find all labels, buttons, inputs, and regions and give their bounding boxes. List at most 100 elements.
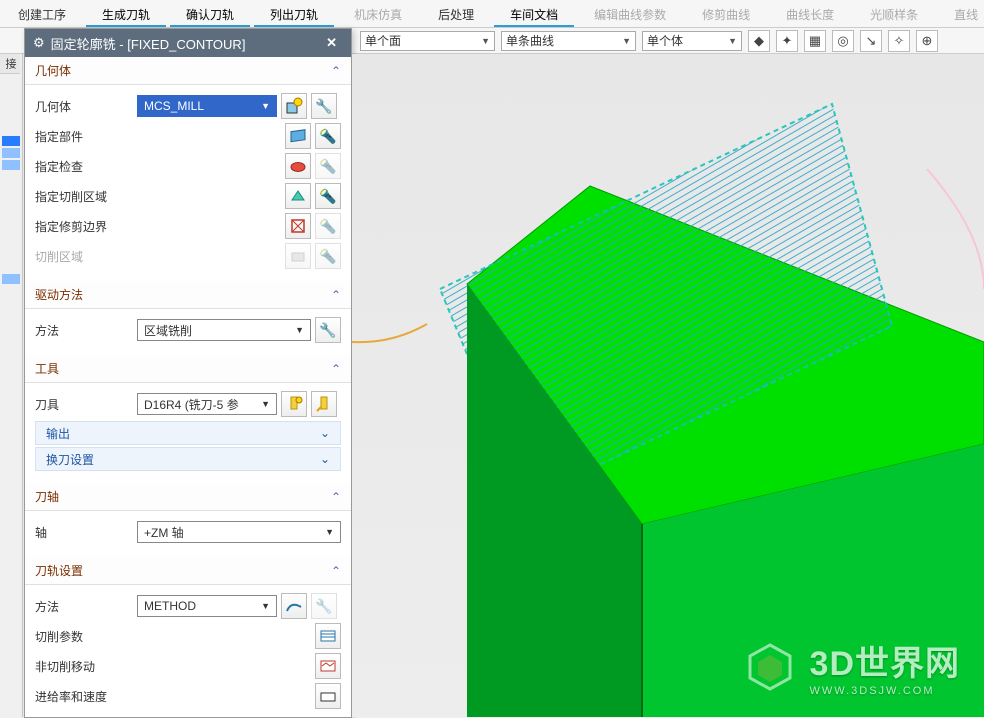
trim-label: 指定修剪边界 [35,218,133,235]
tool-edit-icon[interactable] [311,391,337,417]
watermark-title: 3D世界网 [810,636,960,685]
section-geometry-title: 几何体 [35,62,71,79]
flashlight-icon[interactable]: 🔦 [315,183,341,209]
filter-body-label: 单个体 [647,32,683,49]
axis-value: +ZM 轴 [144,524,184,541]
filter-icon-3[interactable]: ▦ [804,30,826,52]
cutarea-select-icon[interactable] [285,183,311,209]
gutter-item[interactable] [2,274,20,284]
section-geometry-header[interactable]: 几何体 ⌃ [25,57,351,85]
ribbon-item[interactable]: 确认刀轨 [168,6,252,27]
filter-face-select[interactable]: 单个面 ▼ [360,31,495,51]
flashlight-icon[interactable]: 🔦 [315,123,341,149]
ribbon-item[interactable]: 后处理 [420,6,492,27]
axis-select[interactable]: +ZM 轴 ▼ [137,521,341,543]
check-label: 指定检查 [35,158,133,175]
tool-sub-output-label: 输出 [46,425,70,442]
tool-new-icon[interactable] [281,391,307,417]
filter-icons: ◆ ✦ ▦ ◎ ↘ ✧ ⊕ [748,30,938,52]
close-icon[interactable]: ✕ [320,35,343,51]
ribbon-item[interactable]: 直线 [936,6,984,27]
ribbon-item[interactable]: 光顺样条 [852,6,936,27]
chevron-down-icon: ▼ [295,325,304,335]
graphics-viewport[interactable]: 3D世界网 WWW.3DSJW.COM [352,54,984,717]
section-axis-header[interactable]: 刀轴 ⌃ [25,483,351,511]
noncut-icon[interactable] [315,653,341,679]
drive-method-value: 区域铣削 [144,322,192,339]
section-path-header[interactable]: 刀轨设置 ⌃ [25,557,351,585]
flashlight-icon: 🔦 [315,213,341,239]
row-feedrate: 进给率和速度 [35,681,341,711]
axis-label: 轴 [35,524,133,541]
cut-params-icon[interactable] [315,623,341,649]
gutter-tab[interactable]: 接 [0,54,20,74]
filter-icon-7[interactable]: ⊕ [916,30,938,52]
chevron-down-icon: ▼ [261,399,270,409]
filter-curve-label: 单条曲线 [506,32,554,49]
tool-sub-output[interactable]: 输出 ⌄ [35,421,341,445]
filter-icon-5[interactable]: ↘ [860,30,882,52]
ribbon-item[interactable]: 列出刀轨 [252,6,336,27]
ribbon-item[interactable]: 机床仿真 [336,6,420,27]
dialog-body: 几何体 ⌃ 几何体 MCS_MILL ▼ 🔧 指定部件 🔦 [25,57,351,717]
section-drive-header[interactable]: 驱动方法 ⌃ [25,281,351,309]
dialog-titlebar[interactable]: ⚙ 固定轮廓铣 - [FIXED_CONTOUR] ✕ [25,29,351,57]
gutter-item[interactable] [2,148,20,158]
chevron-down-icon: ▼ [261,101,270,111]
row-drive-method: 方法 区域铣削 ▼ 🔧 [35,315,341,345]
section-path-title: 刀轨设置 [35,562,83,579]
path-stepover-icon[interactable] [281,593,307,619]
section-tool-header[interactable]: 工具 ⌃ [25,355,351,383]
row-check: 指定检查 🔦 [35,151,341,181]
feedrate-icon[interactable] [315,683,341,709]
filter-icon-6[interactable]: ✧ [888,30,910,52]
area-label: 切削区域 [35,248,133,265]
dialog-title: 固定轮廓铣 - [FIXED_CONTOUR] [51,34,246,53]
chevron-up-icon: ⌃ [331,362,341,376]
filter-body-select[interactable]: 单个体 ▼ [642,31,742,51]
filter-icon-2[interactable]: ✦ [776,30,798,52]
area-select-icon [285,243,311,269]
chevron-up-icon: ⌃ [331,564,341,578]
tool-select[interactable]: D16R4 (铣刀-5 参 ▼ [137,393,277,415]
geom-new-icon[interactable] [281,93,307,119]
drive-method-label: 方法 [35,322,133,339]
row-noncut: 非切削移动 [35,651,341,681]
gutter-item[interactable] [2,136,20,146]
ribbon-item[interactable]: 创建工序 [0,6,84,27]
chevron-down-icon: ▼ [728,36,737,46]
fixed-contour-dialog: ⚙ 固定轮廓铣 - [FIXED_CONTOUR] ✕ 几何体 ⌃ 几何体 MC… [24,28,352,718]
part-label: 指定部件 [35,128,133,145]
row-trim: 指定修剪边界 🔦 [35,211,341,241]
ribbon-item[interactable]: 编辑曲线参数 [576,6,684,27]
ribbon-item[interactable]: 车间文档 [492,6,576,27]
ribbon-item[interactable]: 生成刀轨 [84,6,168,27]
path-method-select[interactable]: METHOD ▼ [137,595,277,617]
geom-select[interactable]: MCS_MILL ▼ [137,95,277,117]
drive-method-select[interactable]: 区域铣削 ▼ [137,319,311,341]
filter-icon-1[interactable]: ◆ [748,30,770,52]
left-gutter: 接 [0,54,23,717]
filter-curve-select[interactable]: 单条曲线 ▼ [501,31,636,51]
chevron-down-icon: ▼ [622,36,631,46]
gear-icon: ⚙ [33,35,45,51]
chevron-down-icon: ▼ [481,36,490,46]
ribbon-item[interactable]: 修剪曲线 [684,6,768,27]
gutter-item[interactable] [2,160,20,170]
section-drive-title: 驱动方法 [35,286,83,303]
filter-icon-4[interactable]: ◎ [832,30,854,52]
section-axis-title: 刀轴 [35,488,59,505]
part-select-icon[interactable] [285,123,311,149]
chevron-up-icon: ⌃ [331,288,341,302]
trim-select-icon[interactable] [285,213,311,239]
section-axis-content: 轴 +ZM 轴 ▼ [25,511,351,557]
chevron-down-icon: ⌄ [320,426,330,440]
tool-sub-change[interactable]: 换刀设置 ⌄ [35,447,341,471]
ribbon-item[interactable]: 曲线长度 [768,6,852,27]
model-view [352,54,984,717]
logo-icon [744,641,796,693]
wrench-icon[interactable]: 🔧 [311,93,337,119]
check-select-icon[interactable] [285,153,311,179]
wrench-icon[interactable]: 🔧 [315,317,341,343]
row-axis: 轴 +ZM 轴 ▼ [35,517,341,547]
